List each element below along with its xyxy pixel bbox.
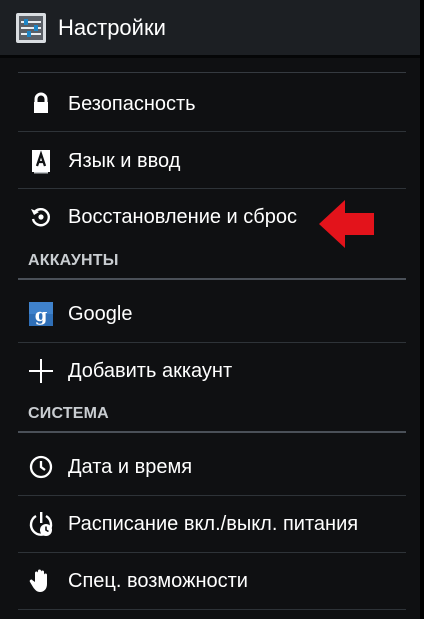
settings-item-add-account[interactable]: Добавить аккаунт xyxy=(18,342,406,398)
section-header-system: СИСТЕМА xyxy=(18,399,406,433)
section-divider xyxy=(18,278,406,280)
page-title: Настройки xyxy=(58,15,166,40)
settings-sliders-icon[interactable] xyxy=(14,11,48,45)
settings-item-label: Дата и время xyxy=(68,456,193,478)
section-divider xyxy=(18,431,406,433)
settings-item-label: Добавить аккаунт xyxy=(68,360,233,382)
settings-item-label: Язык и ввод xyxy=(68,150,181,172)
settings-item-label: Безопасность xyxy=(68,93,196,115)
plus-icon xyxy=(28,358,54,384)
action-bar: Настройки xyxy=(0,0,424,58)
settings-item-power-schedule[interactable]: Расписание вкл./выкл. питания xyxy=(18,495,406,551)
clock-icon xyxy=(28,454,54,480)
settings-item-label: Спец. возможности xyxy=(68,570,248,592)
settings-item-google[interactable]: g Google xyxy=(18,285,406,341)
section-title: СИСТЕМА xyxy=(28,405,109,422)
google-g-icon: g xyxy=(28,301,54,327)
settings-item-label: Google xyxy=(68,303,133,325)
lock-icon xyxy=(28,91,54,117)
hand-icon xyxy=(28,568,54,594)
power-schedule-icon xyxy=(28,511,54,537)
svg-text:g: g xyxy=(35,305,48,326)
settings-item-security[interactable]: Безопасность xyxy=(18,75,406,131)
keyboard-a-icon xyxy=(28,148,54,174)
right-edge xyxy=(420,0,424,619)
settings-item-language[interactable]: Язык и ввод xyxy=(18,132,406,188)
item-divider xyxy=(18,609,406,610)
restore-icon xyxy=(28,204,54,230)
settings-item-label: Расписание вкл./выкл. питания xyxy=(68,513,359,535)
settings-screen: Настройки Безопасность Язык и ввод Восст… xyxy=(0,0,424,619)
red-arrow-annotation xyxy=(319,200,374,248)
section-title: АККАУНТЫ xyxy=(28,252,119,269)
settings-list: Безопасность Язык и ввод Восстановление … xyxy=(0,58,424,619)
settings-item-accessibility[interactable]: Спец. возможности xyxy=(18,552,406,608)
top-divider xyxy=(18,72,406,73)
settings-item-date-time[interactable]: Дата и время xyxy=(18,438,406,494)
settings-item-label: Восстановление и сброс xyxy=(68,206,297,228)
section-header-accounts: АККАУНТЫ xyxy=(18,246,406,280)
